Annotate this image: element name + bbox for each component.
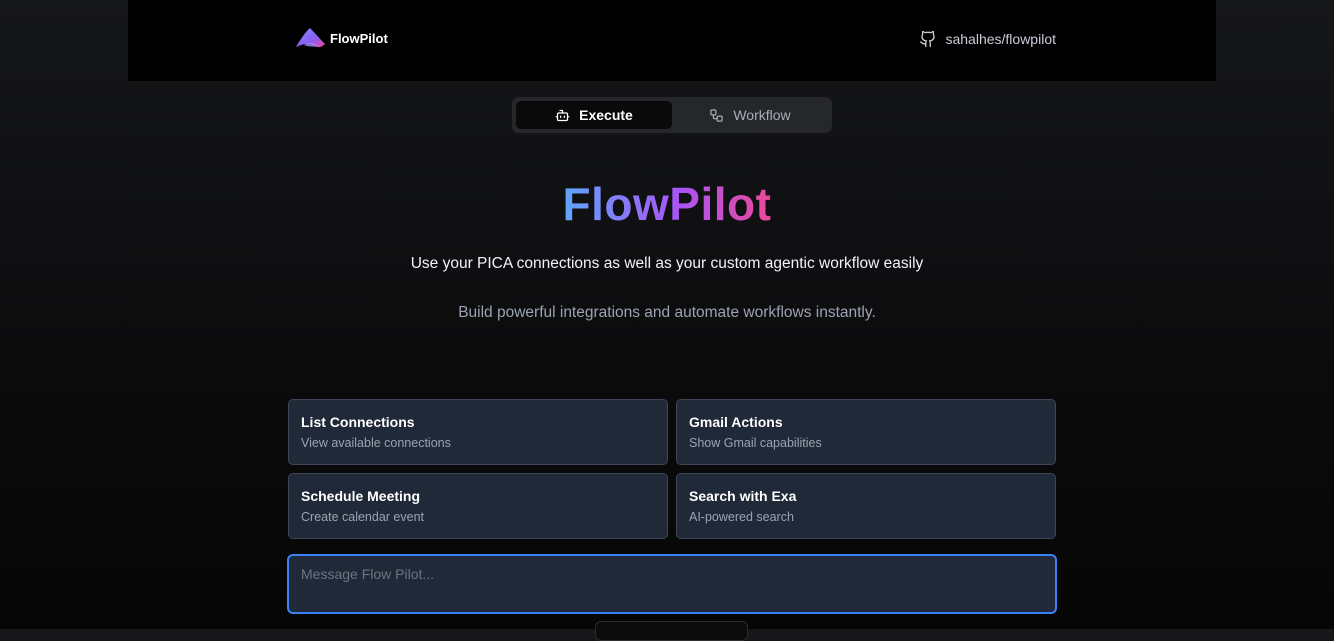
composer-action-bar[interactable] xyxy=(595,621,748,641)
hero-title-text: FlowPilot xyxy=(562,178,772,230)
top-navbar: FlowPilot sahalhes/flowpilot xyxy=(128,0,1216,81)
flowpilot-logo-icon xyxy=(296,28,325,48)
hero-subtitle: Use your PICA connections as well as you… xyxy=(410,255,924,272)
workflow-icon xyxy=(710,108,724,122)
hero-tagline: Build powerful integrations and automate… xyxy=(458,304,876,321)
card-description: Create calendar event xyxy=(301,510,424,524)
card-description: Show Gmail capabilities xyxy=(689,436,822,450)
tab-execute[interactable]: Execute xyxy=(516,101,672,129)
repo-label: sahalhes/flowpilot xyxy=(945,31,1056,47)
suggestion-card-gmail-actions[interactable]: Gmail Actions Show Gmail capabilities xyxy=(676,399,1056,465)
mode-switch: Execute Workflow xyxy=(512,97,832,133)
brand-name: FlowPilot xyxy=(330,30,388,46)
hero-title: FlowPilot xyxy=(0,176,1334,232)
bot-icon xyxy=(555,109,570,121)
card-title: List Connections xyxy=(301,414,415,430)
suggestion-card-search-with-exa[interactable]: Search with Exa AI-powered search xyxy=(676,473,1056,539)
card-title: Search with Exa xyxy=(689,488,797,504)
github-icon xyxy=(920,30,936,48)
suggestion-card-list-connections[interactable]: List Connections View available connecti… xyxy=(288,399,668,465)
tab-workflow-label: Workflow xyxy=(733,107,791,123)
card-description: AI-powered search xyxy=(689,510,794,524)
suggestion-cards: List Connections View available connecti… xyxy=(288,399,1056,539)
tab-execute-label: Execute xyxy=(579,107,633,123)
github-repo-link[interactable]: sahalhes/flowpilot xyxy=(919,30,1056,48)
card-description: View available connections xyxy=(301,436,451,450)
brand[interactable]: FlowPilot xyxy=(294,26,388,50)
card-title: Schedule Meeting xyxy=(301,488,421,504)
message-composer xyxy=(287,554,1057,614)
card-title: Gmail Actions xyxy=(689,414,783,430)
suggestion-card-schedule-meeting[interactable]: Schedule Meeting Create calendar event xyxy=(288,473,668,539)
tab-workflow[interactable]: Workflow xyxy=(672,101,828,129)
message-input[interactable] xyxy=(301,566,1043,602)
